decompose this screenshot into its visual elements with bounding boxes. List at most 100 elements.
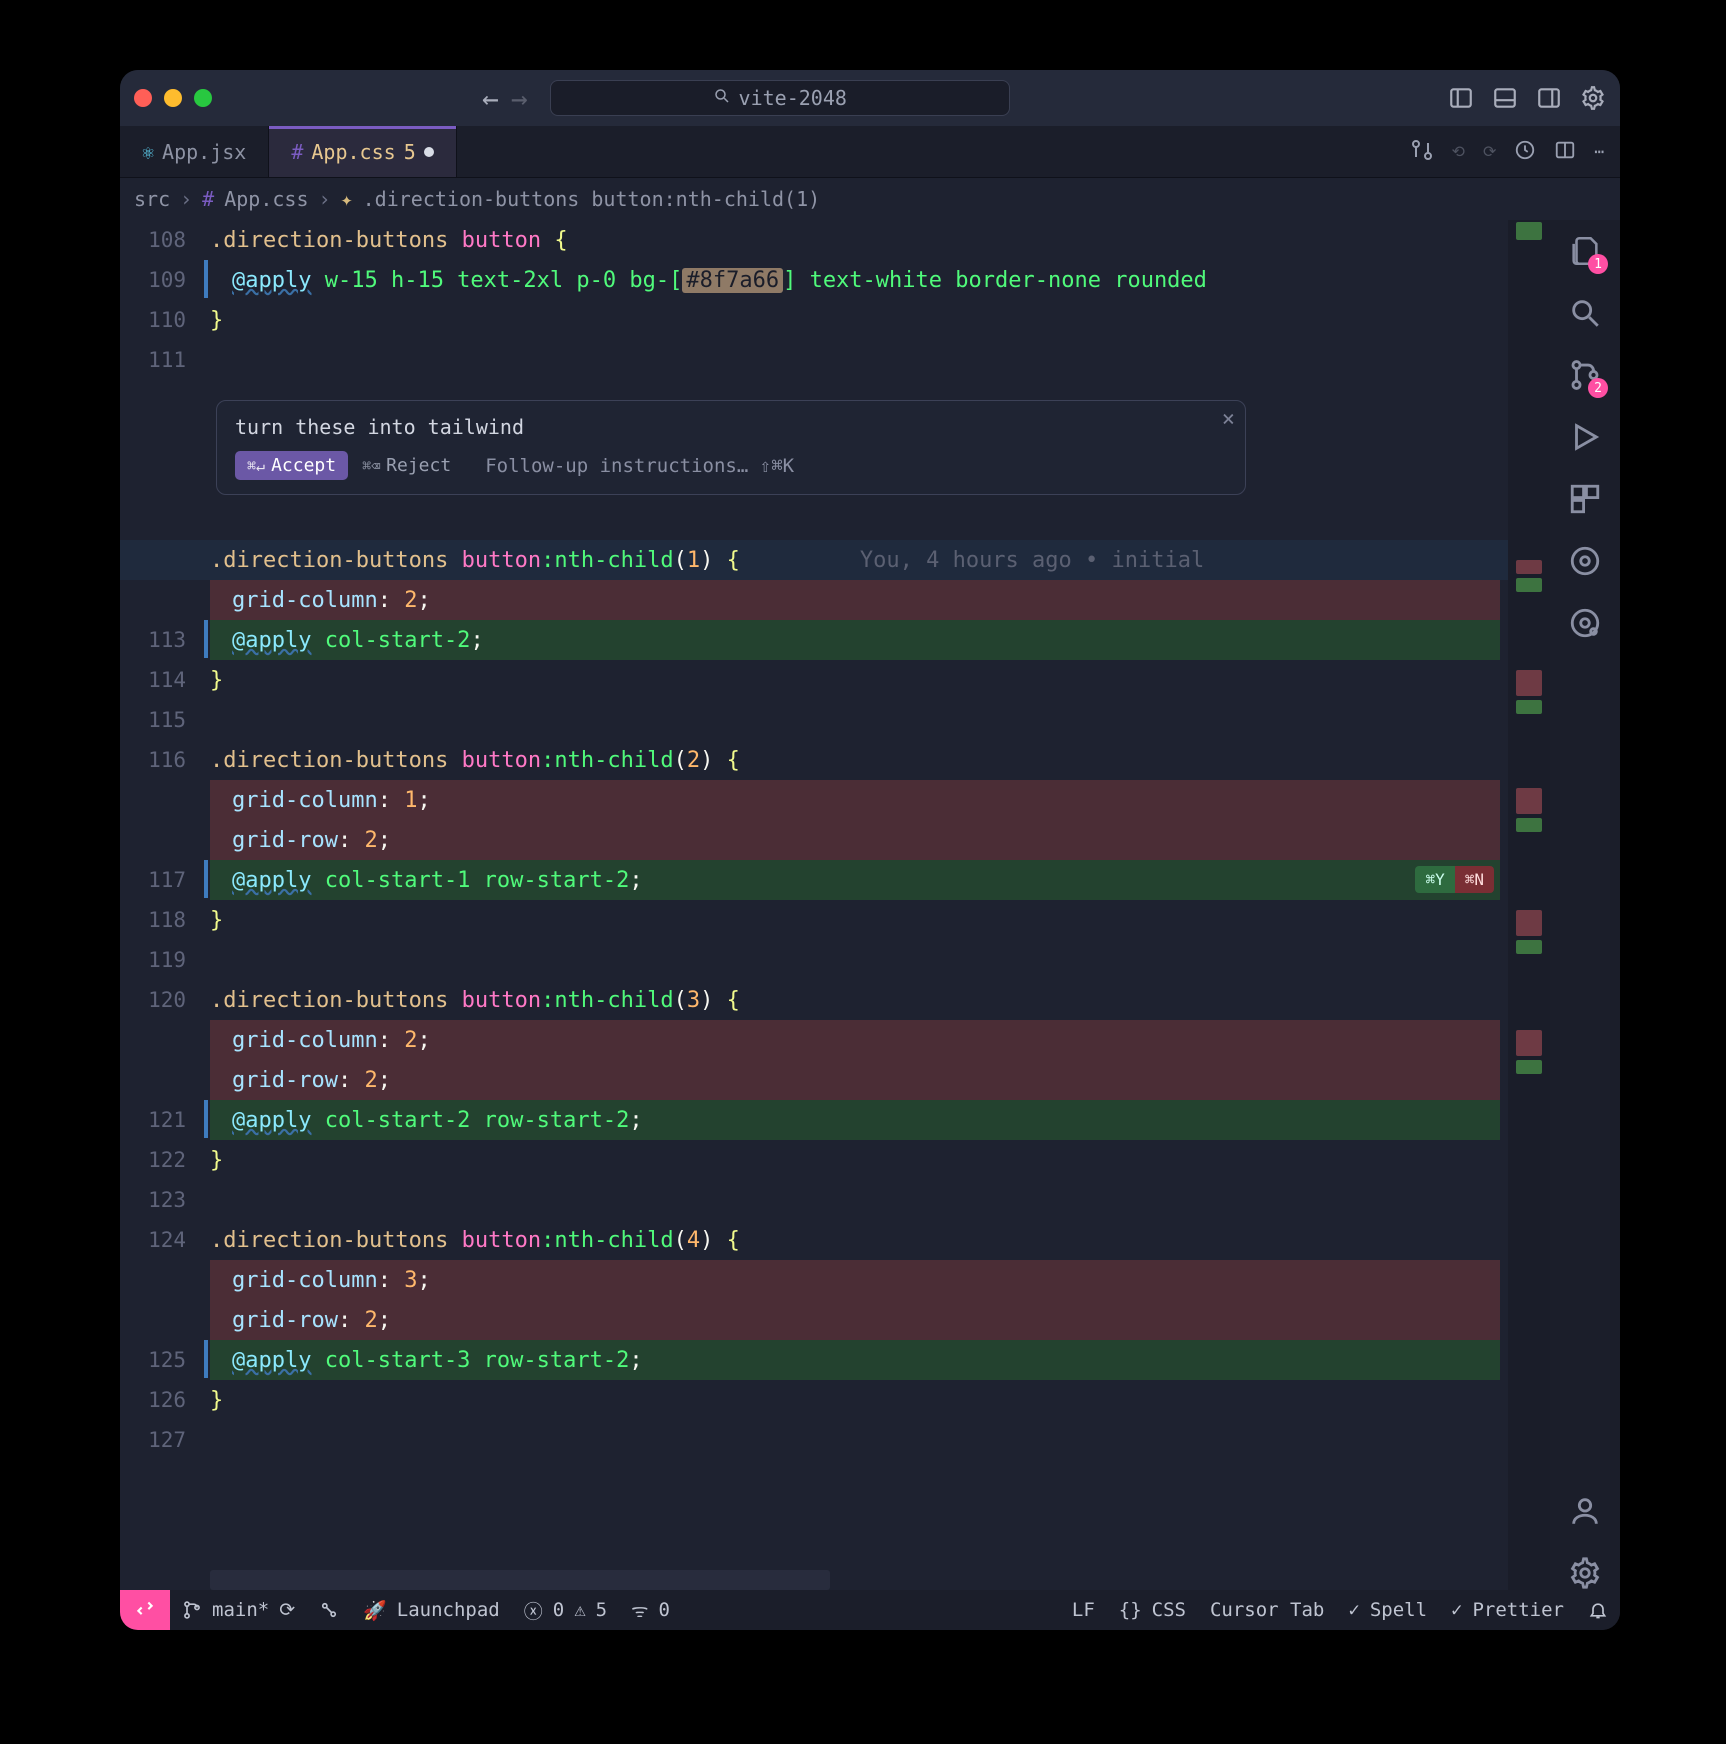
crumb-file[interactable]: App.css [224,187,308,211]
rocket-icon: 🚀 [363,1599,387,1622]
check-icon: ✓ [1451,1599,1462,1621]
minimap[interactable] [1508,220,1550,1590]
line-number: 118 [120,900,200,940]
code-line[interactable]: grid-row: 2; [210,820,1500,860]
zoom-window-button[interactable] [194,89,212,107]
commit-nav-prev-icon[interactable]: ⟲ [1452,142,1465,161]
source-control-icon[interactable]: 2 [1568,358,1602,392]
explorer-badge: 1 [1588,254,1608,274]
code-line[interactable]: grid-column: 2; [210,1020,1500,1060]
line-number: 113 [120,620,200,660]
editor-wrap: 1081091101111121131141151161171181191201… [120,220,1550,1590]
code-line[interactable]: grid-column: 3; [210,1260,1500,1300]
notifications-icon[interactable] [1576,1599,1620,1621]
prettier-button[interactable]: ✓Prettier [1439,1599,1576,1621]
cursor-tab-button[interactable]: Cursor Tab [1198,1599,1336,1621]
crumb-folder[interactable]: src [134,187,170,211]
code-line[interactable]: @apply w-15 h-15 text-2xl p-0 bg-[#8f7a6… [210,260,1500,300]
run-debug-icon[interactable] [1568,420,1602,454]
code-line[interactable] [210,940,1500,980]
hash-icon: # [291,140,303,164]
code-line[interactable]: .direction-buttons button:nth-child(2) { [210,740,1500,780]
launchpad-label: Launchpad [397,1599,500,1621]
tab-app-css[interactable]: # App.css 5 [269,126,456,177]
spell-button[interactable]: ✓Spell [1336,1599,1439,1621]
code-line[interactable]: } [210,660,1500,700]
line-number: 127 [120,1420,200,1460]
gitlens-graph-icon[interactable] [1568,606,1602,640]
code-line[interactable]: grid-row: 2; [210,1060,1500,1100]
diff-marker [204,1100,208,1138]
code-line[interactable]: grid-column: 1; [210,780,1500,820]
line-number: 114 [120,660,200,700]
title-bar-actions [1448,85,1606,111]
language-mode[interactable]: {}CSS [1107,1599,1198,1621]
line-number: 123 [120,1180,200,1220]
code-line[interactable]: @apply col-start-3 row-start-2; [210,1340,1500,1380]
chevron-right-icon: › [319,187,331,211]
close-icon[interactable]: × [1222,407,1235,432]
gitlens-status[interactable] [307,1600,351,1620]
follow-up-hint[interactable]: Follow-up instructions… ⇧⌘K [485,455,794,477]
launchpad-button[interactable]: 🚀 Launchpad [351,1599,512,1622]
code-line[interactable] [210,700,1500,740]
accept-button[interactable]: ⌘↵ Accept [235,451,348,480]
code-line[interactable]: @apply col-start-2 row-start-2; [210,1100,1500,1140]
tab-app-jsx[interactable]: ⚛ App.jsx [120,126,269,177]
reject-label: Reject [386,455,451,476]
code-line[interactable]: } [210,900,1500,940]
more-actions-icon[interactable]: ⋯ [1594,142,1604,161]
code-line[interactable]: .direction-buttons button:nth-child(1) {… [210,540,1500,580]
ports-button[interactable]: ᯤ0 [619,1597,682,1623]
extensions-icon[interactable] [1568,482,1602,516]
compare-changes-icon[interactable] [1410,138,1434,166]
horizontal-scrollbar[interactable] [210,1570,830,1590]
command-center[interactable]: vite-2048 [550,80,1010,116]
tab-label: App.css [311,140,395,164]
gitlens-icon[interactable] [1568,544,1602,578]
diff-marker [204,260,208,298]
code-line[interactable]: grid-column: 2; [210,580,1500,620]
remote-button[interactable] [120,1590,170,1630]
code-line[interactable] [210,1180,1500,1220]
git-branch[interactable]: main* ⟳ [170,1599,307,1621]
nav-forward-icon[interactable]: → [511,82,528,115]
diff-shortcut-pill[interactable]: ⌘Y⌘N [1415,866,1494,893]
panel-right-icon[interactable] [1536,85,1562,111]
activity-bar: 1 2 [1550,220,1620,1590]
settings-gear-icon[interactable] [1580,85,1606,111]
accept-label: Accept [271,455,336,476]
code-line[interactable] [210,340,1500,380]
code-line[interactable]: .direction-buttons button:nth-child(3) { [210,980,1500,1020]
code-line[interactable]: } [210,1380,1500,1420]
panel-bottom-icon[interactable] [1492,85,1518,111]
code-line[interactable]: .direction-buttons button { [210,220,1500,260]
account-icon[interactable] [1568,1494,1602,1528]
code-line[interactable]: .direction-buttons button:nth-child(4) { [210,1220,1500,1260]
code-line[interactable] [210,1420,1500,1460]
accept-kbd: ⌘↵ [247,457,265,475]
reject-button[interactable]: ⌘⌫ Reject [362,455,451,476]
code-line[interactable]: @apply col-start-2; [210,620,1500,660]
code-editor[interactable]: 1081091101111121131141151161171181191201… [120,220,1550,1590]
sync-icon[interactable]: ⟳ [279,1599,295,1621]
inline-chat-prompt: turn these into tailwind [235,415,1227,439]
close-window-button[interactable] [134,89,152,107]
split-editor-icon[interactable] [1554,139,1576,165]
eol-button[interactable]: LF [1060,1599,1107,1621]
manage-gear-icon[interactable] [1568,1556,1602,1590]
explorer-icon[interactable]: 1 [1568,234,1602,268]
code-line[interactable]: @apply col-start-1 row-start-2;⌘Y⌘N [210,860,1500,900]
timeline-icon[interactable] [1514,139,1536,165]
search-icon[interactable] [1568,296,1602,330]
commit-nav-next-icon[interactable]: ⟳ [1483,142,1496,161]
nav-back-icon[interactable]: ← [482,82,499,115]
crumb-symbol[interactable]: .direction-buttons button:nth-child(1) [363,187,821,211]
tab-strip: ⚛ App.jsx # App.css 5 ⟲ ⟳ ⋯ [120,126,1620,178]
minimize-window-button[interactable] [164,89,182,107]
panel-left-icon[interactable] [1448,85,1474,111]
code-line[interactable]: } [210,1140,1500,1180]
code-line[interactable]: grid-row: 2; [210,1300,1500,1340]
problems-button[interactable]: ⓧ0 ⚠5 [512,1597,619,1624]
code-line[interactable]: } [210,300,1500,340]
